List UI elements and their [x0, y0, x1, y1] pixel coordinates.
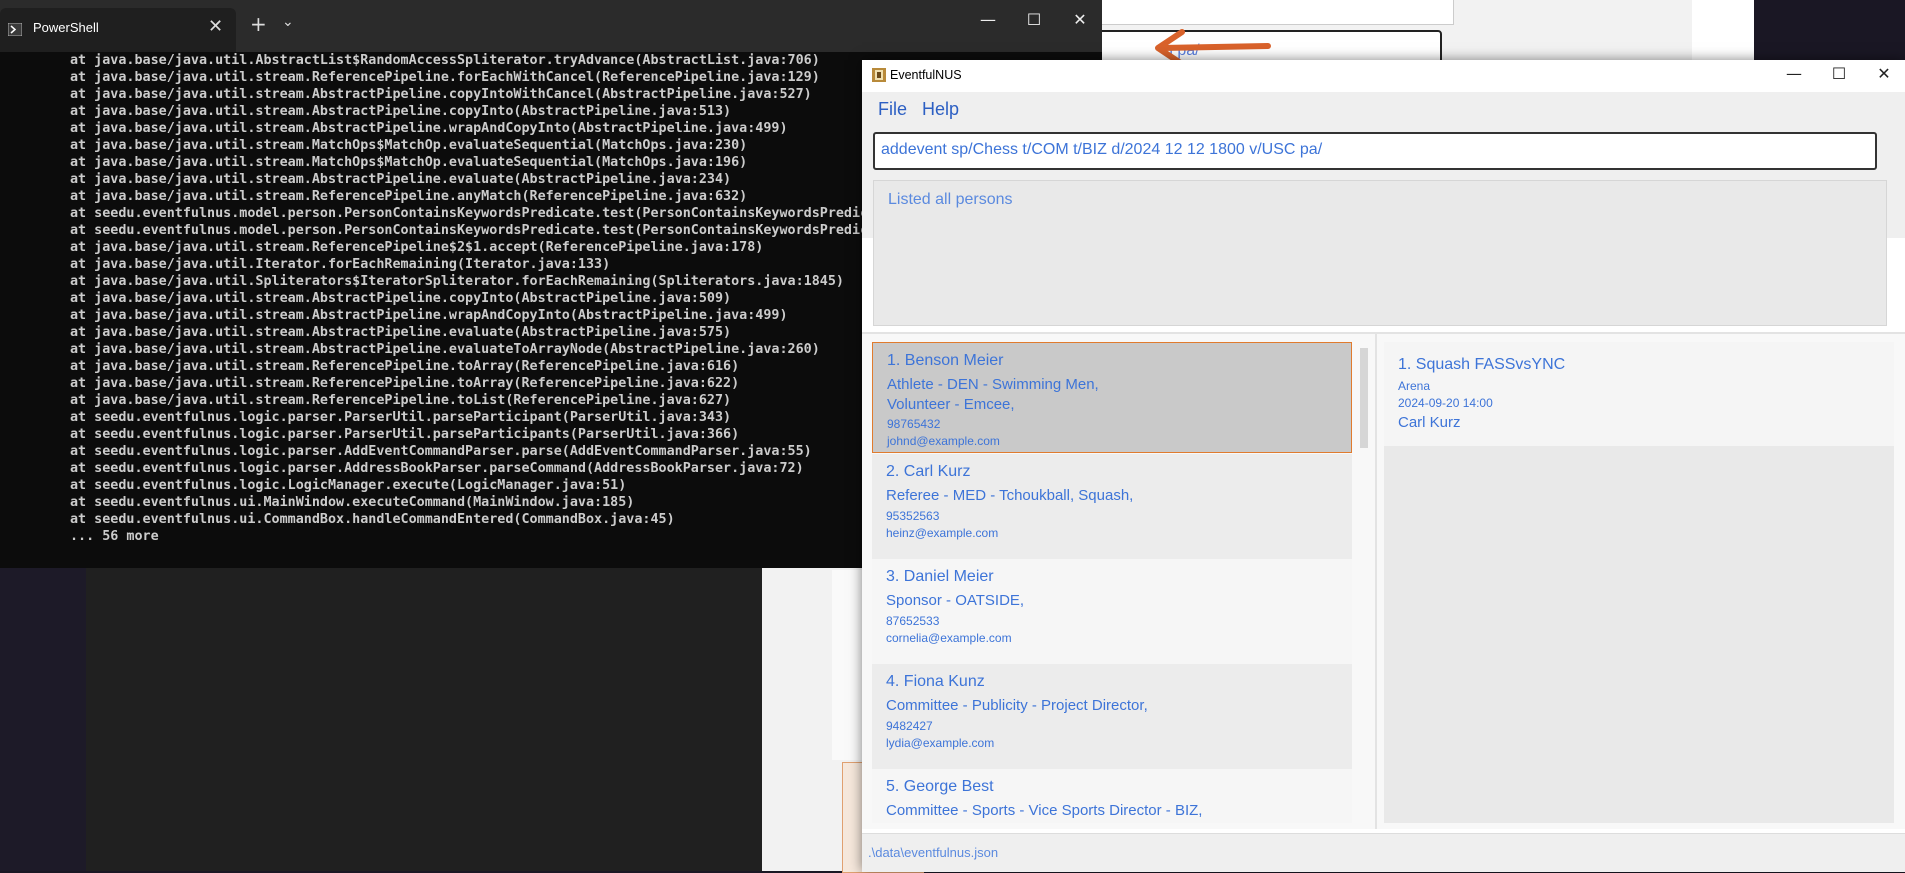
person-list[interactable]: 1. Benson Meier Athlete - DEN - Swimming…: [872, 342, 1368, 823]
person-card[interactable]: 5. George Best Committee - Sports - Vice…: [872, 769, 1352, 823]
person-email: heinz@example.com: [886, 526, 999, 540]
person-role: Athlete - DEN - Swimming Men,: [887, 376, 1099, 393]
app-titlebar: EventfulNUS — ☐ ✕: [862, 60, 1905, 92]
person-role: Sponsor - OATSIDE,: [886, 592, 1025, 609]
person-name: 4. Fiona Kunz: [886, 673, 985, 690]
app-title: EventfulNUS: [890, 68, 962, 82]
person-phone: 9482427: [886, 719, 933, 733]
person-email: lydia@example.com: [886, 736, 995, 750]
person-list-scrollbar[interactable]: [1360, 348, 1368, 448]
person-card[interactable]: 2. Carl Kurz Referee - MED - Tchoukball,…: [872, 454, 1352, 559]
event-card[interactable]: 1. Squash FASSvsYNC Arena 2024-09-20 14:…: [1384, 342, 1894, 446]
save-location: .\data\eventfulnus.json: [868, 845, 999, 860]
person-phone: 87652533: [886, 614, 940, 628]
event-datetime: 2024-09-20 14:00: [1398, 396, 1493, 410]
powershell-titlebar: PowerShell ✕ + ⌄ — ☐ ✕: [0, 0, 1102, 52]
person-email: johnd@example.com: [887, 434, 1000, 448]
minimize-icon[interactable]: —: [1772, 64, 1816, 83]
result-text: Listed all persons: [888, 191, 1013, 208]
chevron-down-icon[interactable]: ⌄: [282, 14, 294, 30]
event-name: 1. Squash FASSvsYNC: [1398, 356, 1566, 373]
powershell-tab[interactable]: PowerShell ✕: [0, 8, 236, 52]
maximize-icon[interactable]: ☐: [1012, 10, 1056, 29]
person-card[interactable]: 1. Benson Meier Athlete - DEN - Swimming…: [872, 342, 1352, 453]
powershell-icon: [8, 23, 22, 36]
menu-file[interactable]: File: [878, 99, 907, 120]
event-participant: Carl Kurz: [1398, 414, 1461, 431]
command-input[interactable]: [881, 139, 1861, 161]
event-list[interactable]: 1. Squash FASSvsYNC Arena 2024-09-20 14:…: [1384, 342, 1894, 823]
person-role: Committee - Publicity - Project Director…: [886, 697, 1148, 714]
person-phone: 98765432: [887, 417, 941, 431]
menu-bar: File Help: [862, 92, 1905, 134]
maximize-icon[interactable]: ☐: [1817, 64, 1861, 83]
powershell-tab-title: PowerShell: [33, 20, 99, 35]
desktop-background-area: [86, 560, 762, 871]
person-phone: 95352563: [886, 509, 940, 523]
menu-help[interactable]: Help: [922, 99, 959, 120]
result-display[interactable]: Listed all persons: [873, 180, 1887, 326]
background-window-pane: [1692, 0, 1754, 60]
app-icon: [872, 68, 886, 82]
new-tab-icon[interactable]: +: [250, 12, 267, 36]
close-window-icon[interactable]: ✕: [1058, 10, 1102, 29]
command-box[interactable]: [873, 132, 1877, 170]
person-name: 1. Benson Meier: [887, 352, 1004, 369]
close-tab-icon[interactable]: ✕: [208, 16, 223, 37]
minimize-icon[interactable]: —: [966, 10, 1010, 29]
close-window-icon[interactable]: ✕: [1862, 64, 1905, 83]
person-card[interactable]: 3. Daniel Meier Sponsor - OATSIDE, 87652…: [872, 559, 1352, 664]
person-name: 3. Daniel Meier: [886, 568, 994, 585]
person-email: cornelia@example.com: [886, 631, 1012, 645]
list-panels: 1. Benson Meier Athlete - DEN - Swimming…: [862, 334, 1905, 829]
person-role: Committee - Sports - Vice Sports Directo…: [886, 802, 1203, 819]
person-name: 5. George Best: [886, 778, 994, 795]
person-role: Volunteer - Emcee,: [887, 396, 1015, 413]
person-role: Referee - MED - Tchoukball, Squash,: [886, 487, 1134, 504]
status-bar: .\data\eventfulnus.json: [862, 833, 1905, 872]
person-name: 2. Carl Kurz: [886, 463, 971, 480]
panel-splitter[interactable]: [1375, 334, 1377, 829]
stack-trace-text: at java.base/java.util.AbstractList$Rand…: [70, 53, 965, 544]
event-venue: Arena: [1398, 379, 1431, 393]
person-card[interactable]: 4. Fiona Kunz Committee - Publicity - Pr…: [872, 664, 1352, 769]
eventfulnus-window: EventfulNUS — ☐ ✕ File Help Listed all p…: [862, 60, 1905, 872]
